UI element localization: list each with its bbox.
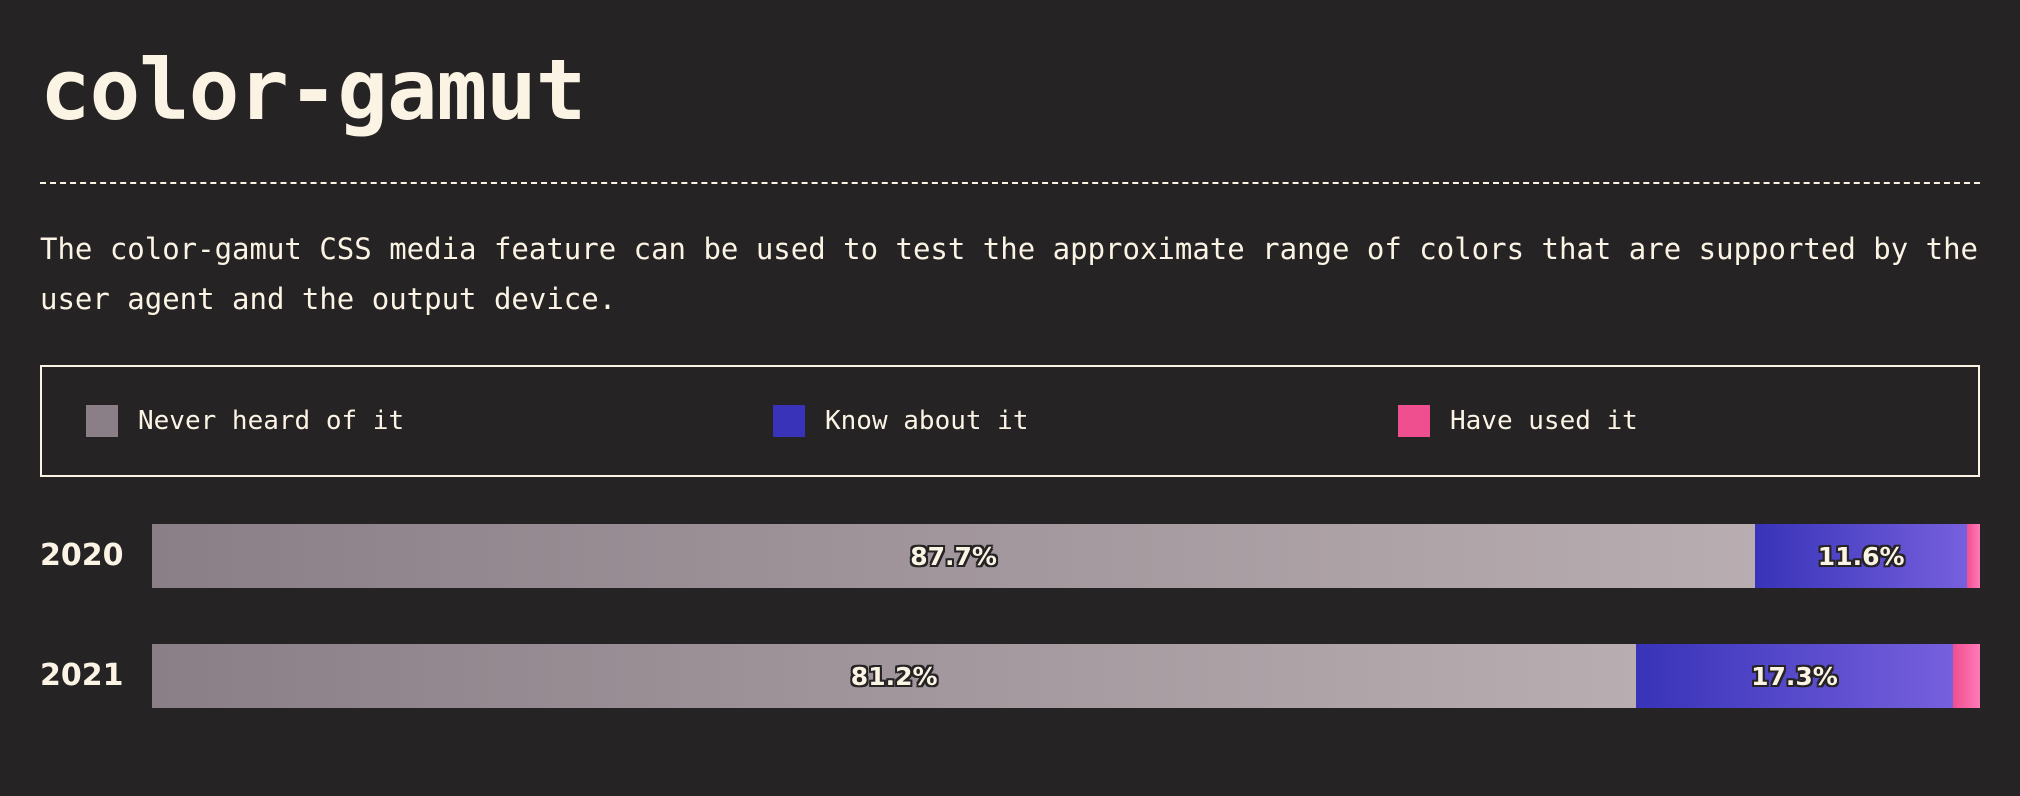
bar-segment-used-2021[interactable] [1952, 644, 1980, 708]
title-divider [40, 182, 1980, 184]
bar-segment-never-2020[interactable]: 87.7% [152, 524, 1756, 588]
legend-label-never: Never heard of it [138, 406, 405, 436]
legend-label-used: Have used it [1450, 406, 1638, 436]
bar-segment-know-2020[interactable]: 11.6% [1755, 524, 1968, 588]
legend-swatch-know [773, 405, 805, 437]
chart-legend: Never heard of it Know about it Have use… [40, 365, 1980, 477]
bar-track-2021: 81.2% 17.3% [152, 644, 1980, 708]
feature-description: The color-gamut CSS media feature can be… [40, 232, 1979, 316]
legend-item-used[interactable]: Have used it [1398, 405, 1638, 437]
bar-row-2020: 2020 87.7% 11.6% [40, 524, 1980, 588]
data-label-never-2021: 81.2% [850, 661, 938, 691]
data-label-know-2020: 11.6% [1817, 541, 1905, 571]
legend-item-know[interactable]: Know about it [773, 405, 1029, 437]
data-label-never-2020: 87.7% [910, 541, 997, 571]
legend-swatch-used [1398, 405, 1430, 437]
legend-item-never[interactable]: Never heard of it [86, 405, 404, 437]
page-title: color-gamut [40, 41, 586, 139]
data-label-know-2021: 17.3% [1751, 661, 1838, 691]
bar-segment-know-2021[interactable]: 17.3% [1636, 644, 1953, 708]
bar-segment-never-2021[interactable]: 81.2% [152, 644, 1637, 708]
legend-swatch-never [86, 405, 118, 437]
bar-row-2021: 2021 81.2% 17.3% [40, 644, 1980, 708]
row-label-2020: 2020 [40, 538, 124, 573]
row-label-2021: 2021 [40, 658, 124, 693]
bar-track-2020: 87.7% 11.6% [152, 524, 1980, 588]
bar-segment-used-2020[interactable] [1967, 524, 1980, 588]
legend-label-know: Know about it [825, 406, 1029, 436]
